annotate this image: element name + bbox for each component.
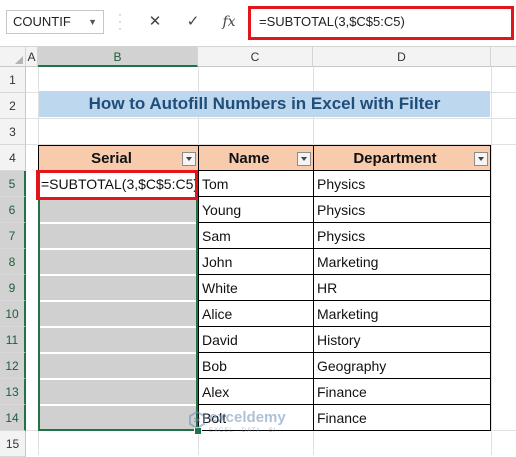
gridline: [26, 118, 516, 119]
name-cell[interactable]: John: [198, 249, 314, 275]
enter-icon[interactable]: ✓: [182, 12, 204, 32]
row-header-8[interactable]: 8: [0, 249, 26, 275]
department-cell[interactable]: Finance: [313, 379, 491, 405]
column-header-a[interactable]: A: [26, 47, 38, 67]
department-cell[interactable]: History: [313, 327, 491, 353]
cancel-icon[interactable]: ✕: [144, 12, 166, 32]
row-header-10[interactable]: 10: [0, 301, 26, 327]
serial-cell[interactable]: [39, 379, 197, 405]
name-cell[interactable]: David: [198, 327, 314, 353]
name-box-value: COUNTIF: [13, 14, 71, 29]
serial-cell[interactable]: [39, 249, 197, 275]
serial-cell[interactable]: [39, 301, 197, 327]
serial-cell[interactable]: [39, 405, 197, 431]
row-header-4[interactable]: 4: [0, 145, 26, 171]
active-cell[interactable]: =SUBTOTAL(3,$C$5:C5): [38, 171, 198, 197]
row-header-14[interactable]: 14: [0, 405, 26, 431]
department-cell[interactable]: Marketing: [313, 249, 491, 275]
exceldemy-logo-icon: [189, 411, 205, 429]
serial-cell[interactable]: [39, 353, 197, 379]
serial-cell[interactable]: [39, 275, 197, 301]
formula-input[interactable]: =SUBTOTAL(3,$C$5:C5): [248, 6, 514, 40]
name-cell[interactable]: Sam: [198, 223, 314, 249]
drag-handle-icon[interactable]: · · ·: [118, 8, 126, 34]
header-department-label: Department: [353, 150, 437, 167]
column-header-c[interactable]: C: [198, 47, 313, 67]
column-header-d[interactable]: D: [313, 47, 491, 67]
name-cell[interactable]: White: [198, 275, 314, 301]
header-serial[interactable]: Serial: [38, 145, 199, 171]
column-header-b[interactable]: B: [38, 47, 198, 67]
sheet-title[interactable]: How to Autofill Numbers in Excel with Fi…: [39, 91, 490, 117]
department-cell[interactable]: Finance: [313, 405, 491, 431]
row-header-5[interactable]: 5: [0, 171, 26, 197]
row-header-13[interactable]: 13: [0, 379, 26, 405]
header-name[interactable]: Name: [198, 145, 314, 171]
header-department[interactable]: Department: [313, 145, 491, 171]
chevron-down-icon[interactable]: ▼: [88, 11, 97, 33]
row-header-7[interactable]: 7: [0, 223, 26, 249]
department-cell[interactable]: Physics: [313, 171, 491, 197]
header-serial-label: Serial: [91, 150, 132, 167]
serial-cell[interactable]: [39, 197, 197, 223]
row-header-9[interactable]: 9: [0, 275, 26, 301]
department-cell[interactable]: Physics: [313, 223, 491, 249]
formula-bar: COUNTIF ▼ · · · ✕ ✓ fx =SUBTOTAL(3,$C$5:C5…: [0, 0, 516, 46]
name-cell[interactable]: Bob: [198, 353, 314, 379]
column-header-empty[interactable]: [491, 47, 516, 67]
row-header-15[interactable]: 15: [0, 431, 26, 457]
name-cell[interactable]: Young: [198, 197, 314, 223]
gridline: [491, 67, 492, 455]
name-cell[interactable]: Tom: [198, 171, 314, 197]
row-header-11[interactable]: 11: [0, 327, 26, 353]
name-cell[interactable]: Alex: [198, 379, 314, 405]
row-header-1[interactable]: 1: [0, 67, 26, 93]
name-cell[interactable]: Alice: [198, 301, 314, 327]
filter-dropdown-icon[interactable]: [474, 152, 488, 166]
header-name-label: Name: [228, 150, 270, 167]
watermark-name: exceldemy: [209, 409, 286, 426]
department-cell[interactable]: HR: [313, 275, 491, 301]
filter-dropdown-icon[interactable]: [297, 152, 311, 166]
department-cell[interactable]: Physics: [313, 197, 491, 223]
insert-function-icon[interactable]: fx: [218, 12, 240, 32]
name-box[interactable]: COUNTIF ▼: [6, 10, 104, 34]
row-header-2[interactable]: 2: [0, 93, 26, 119]
serial-cell[interactable]: [39, 327, 197, 353]
filter-dropdown-icon[interactable]: [182, 152, 196, 166]
watermark-tagline: EXCEL · DATA · BI: [209, 428, 277, 434]
department-cell[interactable]: Geography: [313, 353, 491, 379]
row-header-12[interactable]: 12: [0, 353, 26, 379]
watermark: exceldemy EXCEL · DATA · BI: [188, 409, 328, 437]
row-header-6[interactable]: 6: [0, 197, 26, 223]
serial-cell[interactable]: [39, 223, 197, 249]
row-header-3[interactable]: 3: [0, 119, 26, 145]
select-all-icon: [15, 56, 23, 64]
department-cell[interactable]: Marketing: [313, 301, 491, 327]
select-all-button[interactable]: [0, 47, 26, 67]
